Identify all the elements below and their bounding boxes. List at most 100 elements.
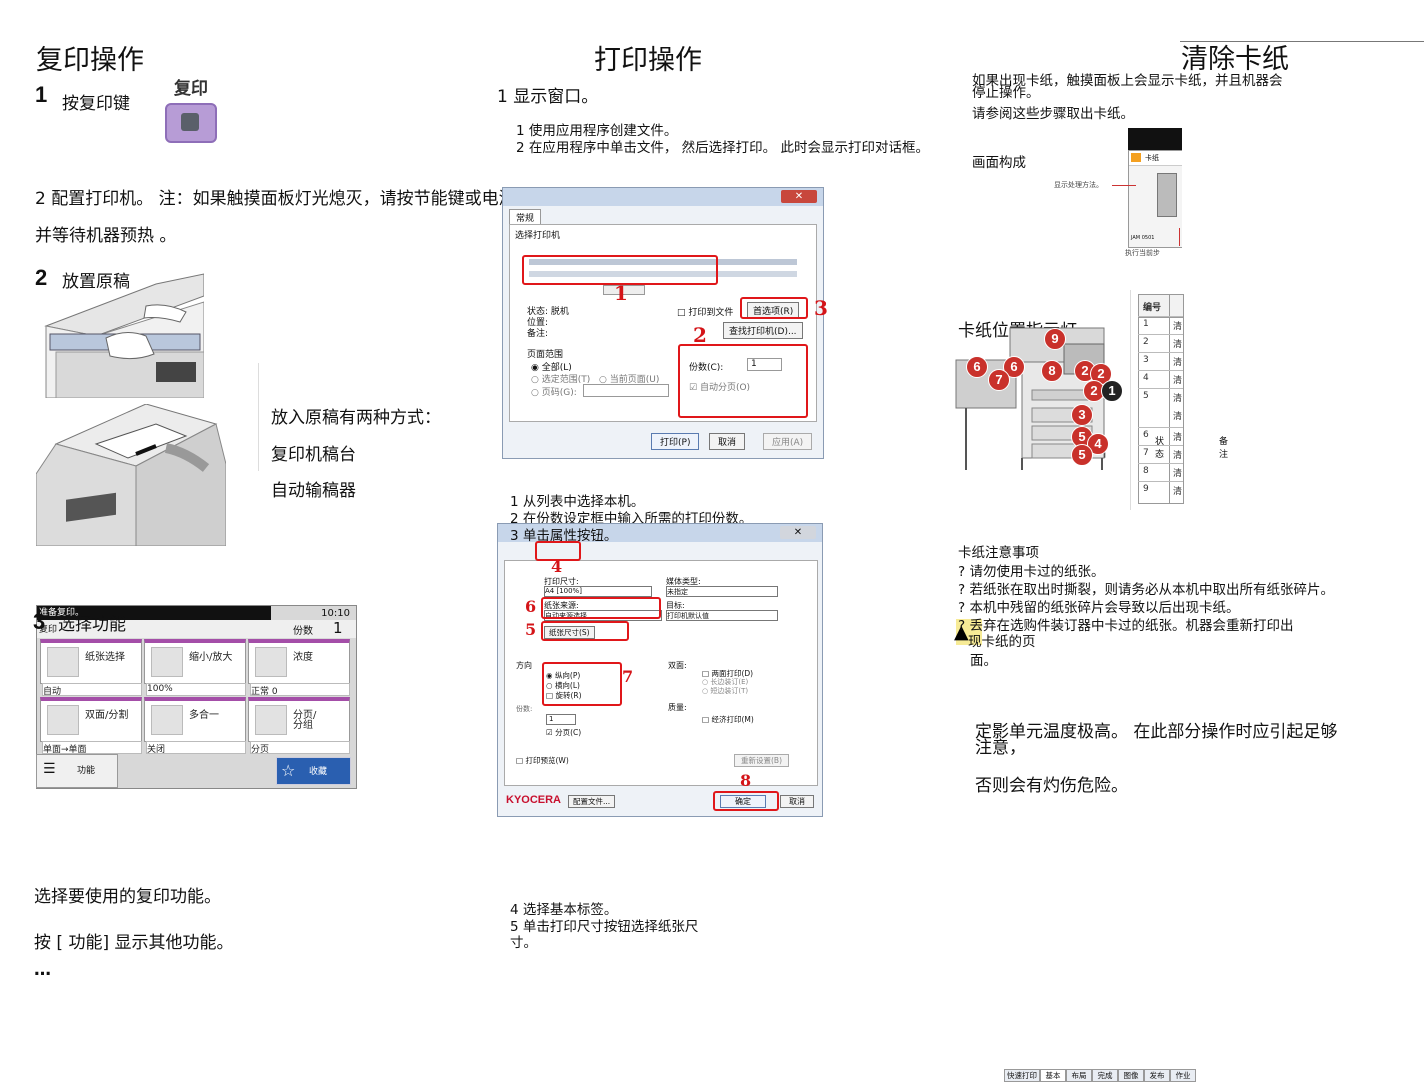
- short-edge-radio[interactable]: ○ 短边装订(T): [702, 686, 748, 696]
- jam-intro-line2: 停止操作。: [972, 85, 1040, 101]
- highlight-paper-size: [541, 621, 629, 641]
- highlight-ok: [713, 791, 779, 811]
- copies-group: 份数:: [516, 705, 533, 713]
- cancel-button[interactable]: 取消: [709, 433, 746, 450]
- table-row: [1138, 445, 1183, 446]
- apply-button[interactable]: 应用(A): [763, 433, 813, 450]
- print-title: 打印操作: [594, 45, 702, 76]
- economy-checkbox[interactable]: □ 经济打印(M): [702, 714, 754, 725]
- table-row-number: 3: [1143, 355, 1149, 365]
- print-bottom1: 4 选择基本标签。: [510, 902, 618, 918]
- economy-label: 经济打印(M): [711, 715, 754, 724]
- collate-checkbox[interactable]: ☑ 分页(C): [546, 727, 581, 738]
- table-row: [1138, 463, 1183, 464]
- print-button[interactable]: 打印(P): [651, 433, 700, 450]
- range-pages-radio[interactable]: ○ 页码(G):: [531, 385, 577, 398]
- copy-key-button[interactable]: [165, 103, 217, 143]
- panel-tile[interactable]: 分页/ 分组: [248, 697, 350, 742]
- tile-icon: [47, 705, 79, 735]
- find-printer-button[interactable]: 查找打印机(D)...: [723, 322, 803, 339]
- copy-step2-place-number: 2: [35, 265, 48, 290]
- table-row: [1138, 370, 1183, 371]
- print-sub2: 2 在应用程序中单击文件， 然后选择打印。 此时会显示打印对话框。: [516, 140, 929, 156]
- method-adf: 自动输稿器: [271, 481, 356, 501]
- tile-icon: [255, 705, 287, 735]
- properties-tab[interactable]: 作业: [1170, 1069, 1196, 1082]
- copy-step2-config-cont: 并等待机器预热 。: [35, 226, 177, 246]
- table-row-cell: 清: [1173, 469, 1183, 479]
- table-row-cell: 清: [1173, 451, 1183, 461]
- jam-refer: 请参阅这些步骤取出卡纸。: [972, 106, 1134, 122]
- placement-methods-intro: 放入原稿有两种方式：: [271, 408, 441, 428]
- panel-tile[interactable]: 缩小/放大: [144, 639, 246, 684]
- callout-4: 4: [551, 557, 563, 576]
- fuser-warning-line1-cont: 注意，: [975, 738, 1026, 758]
- table-row: [1138, 481, 1183, 482]
- note-1: ? 请勿使用卡过的纸张。: [958, 564, 1105, 580]
- collate-label: 分页(C): [555, 728, 582, 737]
- range-pages-label: 页码(G):: [541, 388, 577, 398]
- printer-list-column[interactable]: 备注: [1219, 434, 1228, 460]
- print-to-file-checkbox[interactable]: □ 打印到文件: [677, 305, 733, 318]
- copy-step3-number: 3: [33, 609, 45, 635]
- table-row: [1138, 388, 1183, 389]
- copy-step1-number: 1: [35, 82, 48, 107]
- select-printer-group: 选择打印机: [515, 231, 561, 241]
- profile-button[interactable]: 配置文件...: [568, 795, 616, 808]
- close-icon[interactable]: ✕: [780, 526, 816, 539]
- table-row-cell: 清: [1173, 376, 1183, 386]
- method-platen: 复印机稿台: [271, 445, 356, 465]
- tile-label: 纸张选择: [85, 652, 125, 663]
- reset-button[interactable]: 重新设置(B): [734, 754, 789, 767]
- pages-input[interactable]: [583, 384, 669, 397]
- jam-screen-figure: 卡纸 JAM 0501 显示处理方法。 执行当前步: [1052, 128, 1182, 260]
- notes-title: 卡纸注意事项: [958, 545, 1039, 561]
- properties-tab[interactable]: 快速打印: [1004, 1069, 1040, 1082]
- panel-favorites-button[interactable]: ☆ 收藏: [276, 757, 351, 785]
- close-icon[interactable]: ✕: [781, 190, 817, 203]
- table-row: [1138, 316, 1183, 317]
- jam-callout-7: 7: [988, 369, 1010, 391]
- table-row-number: 9: [1143, 484, 1149, 494]
- panel-tile[interactable]: 浓度: [248, 639, 350, 684]
- cancel-button[interactable]: 取消: [780, 795, 814, 808]
- note-3: ? 本机中残留的纸张碎片会导致以后出现卡纸。: [958, 600, 1240, 616]
- table-row-number: 5: [1143, 391, 1149, 401]
- properties-tab[interactable]: 布局: [1066, 1069, 1092, 1082]
- highlight-paper-source: [541, 597, 661, 619]
- printer-comment: 备注:: [527, 329, 549, 339]
- range-selection-radio[interactable]: ○ 选定范围(T): [531, 372, 590, 385]
- list-icon: ☰: [43, 761, 56, 777]
- properties-tab[interactable]: 基本: [1040, 1069, 1066, 1082]
- jam-screen-method: 显示处理方法。: [1054, 181, 1103, 189]
- highlight-preferences: [740, 297, 808, 319]
- tile-label: 分页/ 分组: [293, 710, 317, 731]
- jam-callout-6a: 6: [966, 356, 988, 378]
- properties-tab[interactable]: 图像: [1118, 1069, 1144, 1082]
- tile-value: 关闭: [146, 741, 246, 755]
- panel-copies-value: 1: [333, 619, 343, 637]
- panel-tile[interactable]: 多合一: [144, 697, 246, 742]
- copies-stepper[interactable]: 1: [546, 714, 576, 725]
- callout-6: 6: [525, 597, 537, 616]
- callout-5: 5: [525, 620, 537, 639]
- print-size-select[interactable]: A4 [100%]: [544, 586, 652, 597]
- copy-step3-text: 选择功能: [58, 615, 126, 635]
- duplex-group: 双面:: [668, 661, 687, 670]
- preview-checkbox[interactable]: □ 打印预览(W): [516, 755, 569, 766]
- media-type-select[interactable]: 未指定: [666, 586, 778, 597]
- divider: [258, 363, 260, 471]
- jam-warning-icon: [1131, 153, 1141, 162]
- panel-function-button[interactable]: ☰ 功能: [36, 754, 118, 788]
- copy-step2-config-text: 2 配置打印机。 注：如果触摸面板灯光熄灭，请按节能键或电源键，: [35, 189, 550, 209]
- panel-favorites-label: 收藏: [309, 767, 328, 777]
- destination-select[interactable]: 打印机默认值: [666, 610, 778, 621]
- table-row-cell: 清: [1173, 358, 1183, 368]
- properties-tab[interactable]: 完成: [1092, 1069, 1118, 1082]
- panel-tile[interactable]: 双面/分割: [40, 697, 142, 742]
- tile-value: 分页: [250, 741, 350, 755]
- tile-label: 缩小/放大: [189, 652, 233, 663]
- properties-tab[interactable]: 发布: [1144, 1069, 1170, 1082]
- panel-tile[interactable]: 纸张选择: [40, 639, 142, 684]
- fuser-warning-line2: 否则会有灼伤危险。: [975, 776, 1128, 796]
